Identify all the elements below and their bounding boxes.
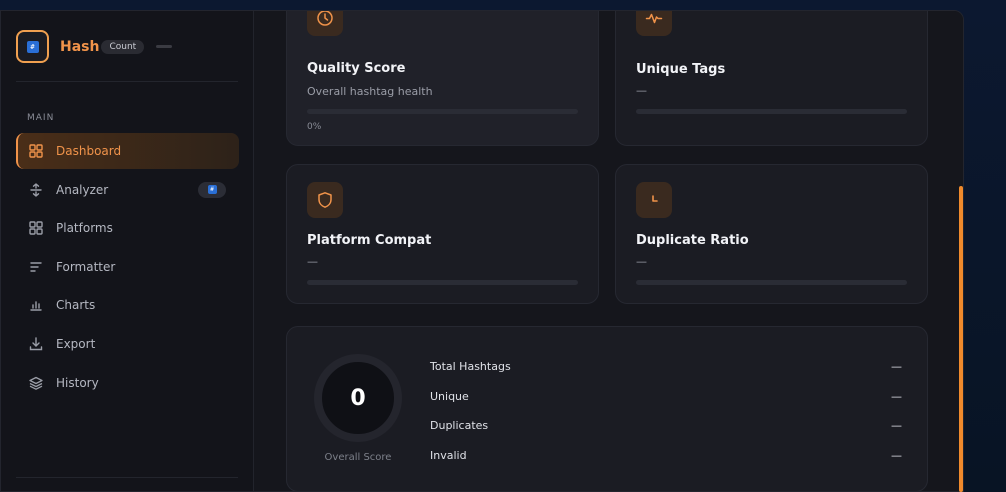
grid-icon bbox=[28, 220, 44, 236]
sidebar-item-label: Analyzer bbox=[56, 182, 109, 197]
collapse-handle[interactable] bbox=[156, 45, 173, 48]
card-subtitle: Overall hashtag health bbox=[307, 85, 433, 98]
download-icon bbox=[28, 336, 44, 352]
sort-arrows-icon bbox=[28, 182, 44, 198]
sidebar-item-label: Export bbox=[56, 336, 96, 351]
brand[interactable]: # Hash Count bbox=[16, 30, 173, 63]
hash-glyph-icon: # bbox=[207, 185, 217, 195]
brand-name: Hash bbox=[60, 38, 100, 55]
stats-list: Total Hashtags — Unique — Duplicates — I… bbox=[430, 352, 902, 470]
duplicate-ratio-card[interactable]: Duplicate Ratio — bbox=[615, 164, 928, 304]
card-title: Duplicate Ratio bbox=[636, 233, 749, 248]
platform-compat-card[interactable]: Platform Compat — bbox=[286, 164, 599, 304]
grid-icon bbox=[28, 143, 44, 159]
bar-chart-icon bbox=[28, 297, 44, 313]
card-title: Quality Score bbox=[307, 61, 406, 76]
summary-card: 0 Overall Score Total Hashtags — Unique … bbox=[286, 326, 928, 491]
duplicate-ratio-progress-bar bbox=[636, 280, 907, 285]
sidebar-item-charts[interactable]: Charts bbox=[16, 287, 239, 323]
sidebar-item-history[interactable]: History bbox=[16, 365, 239, 401]
sidebar-item-export[interactable]: Export bbox=[16, 326, 239, 362]
sidebar-nav: Dashboard Analyzer # Platforms Formatter… bbox=[16, 133, 239, 403]
main-content: Quality Score Overall hashtag health 0% … bbox=[254, 11, 963, 491]
sidebar: # Hash Count MAIN Dashboard Analyzer # P… bbox=[1, 11, 254, 491]
card-value: — bbox=[307, 255, 318, 268]
sidebar-item-label: Dashboard bbox=[56, 144, 122, 158]
stat-label: Unique bbox=[430, 389, 469, 403]
divider bbox=[16, 477, 238, 478]
app-window: # Hash Count MAIN Dashboard Analyzer # P… bbox=[0, 10, 964, 492]
stat-label: Duplicates bbox=[430, 419, 489, 433]
stat-label: Total Hashtags bbox=[430, 360, 511, 374]
sidebar-item-label: Platforms bbox=[56, 221, 113, 236]
shield-icon bbox=[307, 182, 343, 218]
sidebar-item-formatter[interactable]: Formatter bbox=[16, 249, 239, 285]
nav-section-label: MAIN bbox=[27, 113, 55, 123]
card-title: Unique Tags bbox=[636, 62, 726, 77]
stat-value: — bbox=[891, 360, 902, 374]
lines-icon bbox=[28, 259, 44, 275]
overall-score-value: 0 bbox=[350, 385, 366, 411]
analyzer-badge: # bbox=[198, 181, 226, 198]
scrollbar-thumb[interactable] bbox=[959, 186, 963, 492]
stat-value: — bbox=[891, 389, 902, 403]
platform-compat-progress-bar bbox=[307, 280, 578, 285]
brand-badge: Count bbox=[101, 39, 145, 54]
clock-icon bbox=[307, 11, 343, 36]
card-title: Platform Compat bbox=[307, 233, 432, 248]
unique-tags-card[interactable]: Unique Tags — bbox=[615, 11, 928, 146]
sidebar-item-label: History bbox=[56, 375, 99, 390]
sidebar-item-dashboard[interactable]: Dashboard bbox=[16, 133, 239, 169]
brand-logo-icon: # bbox=[16, 30, 49, 63]
quality-progress-bar bbox=[307, 109, 578, 114]
quality-score-card[interactable]: Quality Score Overall hashtag health 0% bbox=[286, 11, 599, 146]
layers-icon bbox=[28, 375, 44, 391]
sidebar-item-label: Charts bbox=[56, 298, 96, 313]
pie-icon bbox=[636, 182, 672, 218]
hash-glyph-icon: # bbox=[26, 40, 39, 53]
stat-row-unique: Unique — bbox=[430, 382, 902, 412]
stat-row-total: Total Hashtags — bbox=[430, 352, 902, 382]
stat-label: Invalid bbox=[430, 449, 467, 463]
card-value: — bbox=[636, 84, 647, 97]
sidebar-item-analyzer[interactable]: Analyzer # bbox=[16, 172, 239, 208]
divider bbox=[16, 81, 238, 82]
card-value: — bbox=[636, 255, 647, 268]
overall-score-label: Overall Score bbox=[324, 452, 392, 463]
sidebar-item-platforms[interactable]: Platforms bbox=[16, 210, 239, 246]
stat-value: — bbox=[891, 419, 902, 433]
unique-tags-progress-bar bbox=[636, 109, 907, 114]
quality-percent: 0% bbox=[307, 122, 322, 132]
stat-value: — bbox=[891, 449, 902, 463]
stat-row-invalid: Invalid — bbox=[430, 441, 902, 471]
stat-row-duplicates: Duplicates — bbox=[430, 411, 902, 441]
sidebar-item-label: Formatter bbox=[56, 259, 116, 274]
pulse-icon bbox=[636, 11, 672, 36]
